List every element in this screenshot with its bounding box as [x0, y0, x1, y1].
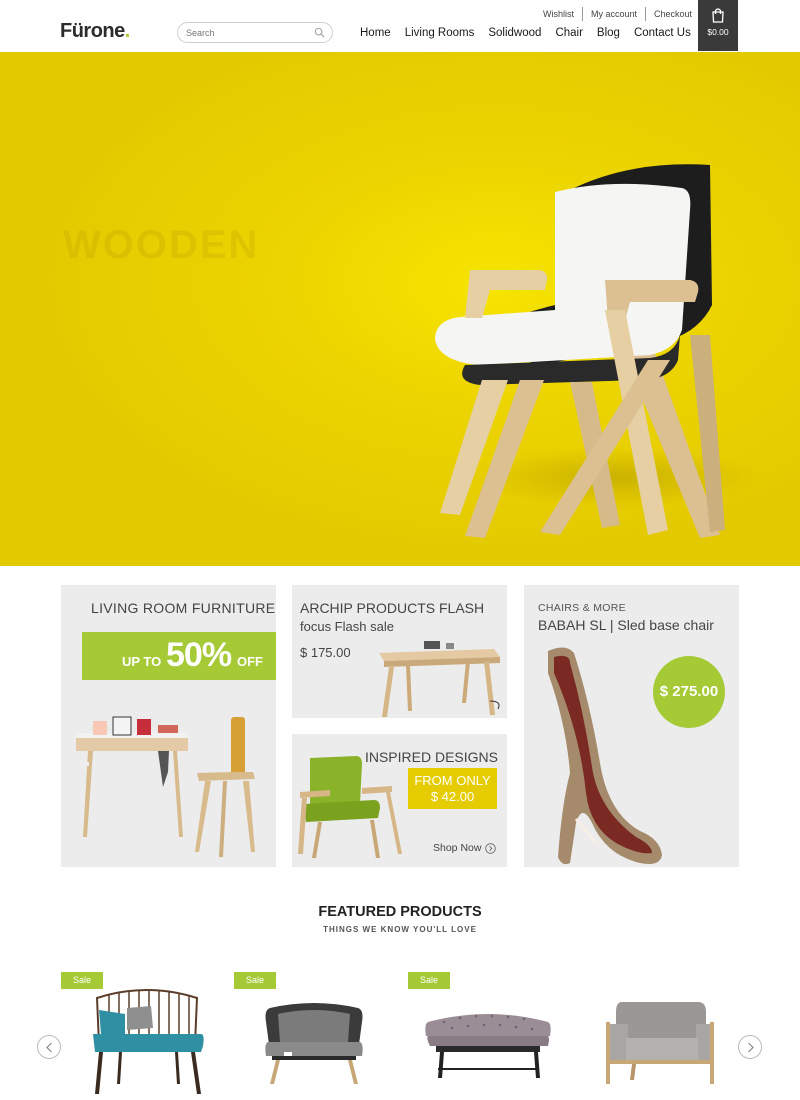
product-card[interactable]: Sale	[234, 972, 394, 1100]
cart-button[interactable]: $0.00	[698, 0, 738, 51]
promo-title: ARCHIP PRODUCTS FLASH	[300, 600, 485, 616]
desk-and-chair-image	[76, 716, 255, 857]
price-badge: FROM ONLY $ 42.00	[408, 768, 497, 809]
nav-home[interactable]: Home	[360, 27, 391, 39]
promo-title: INSPIRED DESIGNS	[364, 749, 498, 765]
promo-title: BABAH SL | Sled base chair	[538, 617, 714, 633]
arrow-circle-icon	[485, 842, 497, 854]
discount-badge: UP TO 50% OFF	[82, 632, 276, 680]
shop-now-link[interactable]: Shop Now	[433, 842, 497, 854]
logo-dot: .	[124, 20, 131, 42]
hero-text: WOODEN	[63, 223, 260, 267]
promo-kicker: CHAIRS & MORE	[538, 602, 626, 614]
discount-prefix: UP TO	[122, 654, 162, 669]
logo-text: Fürone	[60, 20, 125, 42]
hero-banner[interactable]: WOODEN	[0, 52, 800, 566]
shop-now-label: Shop Now	[433, 842, 482, 854]
grey-lounge-chair-image	[606, 1002, 714, 1084]
sale-badge: Sale	[408, 972, 450, 989]
nav-living-rooms[interactable]: Living Rooms	[405, 27, 475, 39]
nav-blog[interactable]: Blog	[597, 27, 620, 39]
product-card[interactable]: Sale	[61, 972, 221, 1100]
product-card[interactable]	[582, 972, 742, 1100]
wishlist-link[interactable]: Wishlist	[535, 7, 582, 21]
blue-bench-image	[93, 989, 204, 1094]
section-title: FEATURED PRODUCTS	[318, 904, 482, 920]
discount-suffix: OFF	[237, 654, 263, 669]
stacked-chairs-image	[435, 164, 725, 538]
site-logo[interactable]: Fürone.	[60, 20, 130, 43]
my-account-link[interactable]: My account	[583, 7, 645, 21]
carousel-prev-button[interactable]	[37, 1035, 61, 1059]
cart-total: $0.00	[707, 27, 729, 37]
nav-contact-us[interactable]: Contact Us	[634, 27, 691, 39]
promo-inspired-designs[interactable]: INSPIRED DESIGNS FROM ONLY $ 42.00 Shop …	[292, 734, 507, 867]
search-box	[177, 22, 333, 43]
green-armchair-image	[298, 756, 402, 858]
site-header: Fürone. Wishlist My account Checkout Hom…	[0, 0, 800, 52]
promo-price: $ 42.00	[430, 789, 475, 804]
top-links: Wishlist My account Checkout	[535, 6, 700, 22]
grey-armchair-image	[265, 1003, 363, 1084]
section-subtitle: THINGS WE KNOW YOU'LL LOVE	[323, 925, 477, 934]
shopping-bag-icon	[712, 8, 724, 23]
search-icon[interactable]	[314, 27, 325, 38]
promo-title: LIVING ROOM FURNITURE	[91, 600, 276, 616]
tufted-sofa-image	[425, 1014, 551, 1078]
chevron-left-icon	[46, 1042, 52, 1053]
search-input[interactable]	[186, 25, 306, 40]
promo-living-room[interactable]: LIVING ROOM FURNITURE UP TO 50% OFF	[61, 585, 276, 867]
price-circle: $ 275.00	[653, 656, 725, 728]
promo-chairs-more[interactable]: CHAIRS & MORE BABAH SL | Sled base chair…	[524, 585, 739, 867]
sale-badge: Sale	[61, 972, 103, 989]
main-nav: Home Living Rooms Solidwood Chair Blog C…	[360, 27, 705, 39]
checkout-link[interactable]: Checkout	[646, 7, 700, 21]
sled-chair-image	[548, 647, 662, 865]
promo-price: $ 175.00	[300, 645, 351, 660]
chevron-right-icon	[748, 1042, 754, 1053]
product-card[interactable]: Sale	[408, 972, 568, 1100]
nav-solidwood[interactable]: Solidwood	[488, 27, 541, 39]
price-prefix: FROM ONLY	[414, 773, 491, 788]
wooden-desk-image	[379, 641, 500, 717]
promo-archip[interactable]: ARCHIP PRODUCTS FLASH focus Flash sale $…	[292, 585, 507, 718]
sale-badge: Sale	[234, 972, 276, 989]
discount-percent: 50%	[166, 636, 232, 674]
nav-chair[interactable]: Chair	[555, 27, 582, 39]
